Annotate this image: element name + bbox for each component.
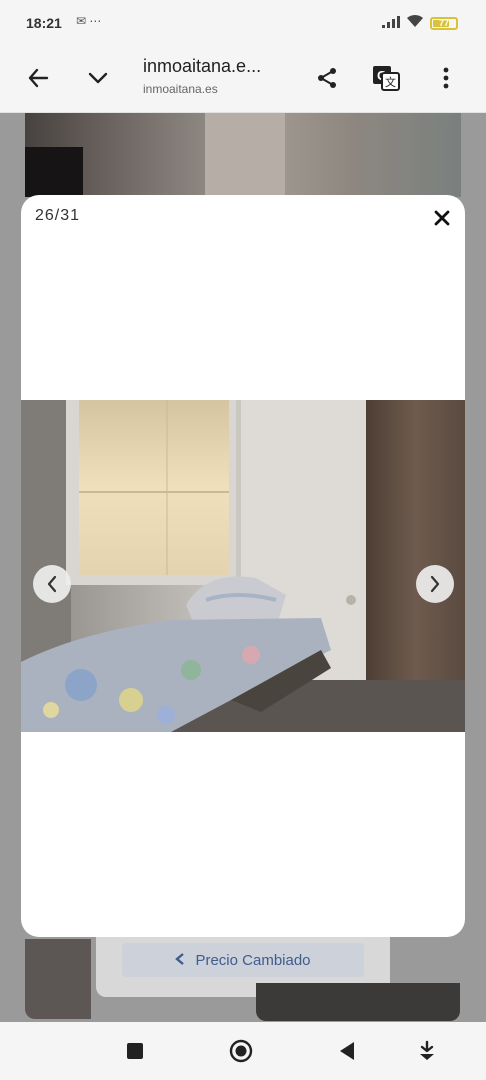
system-navigation-bar [0,1022,486,1080]
square-icon [127,1043,143,1059]
recents-button[interactable] [122,1038,148,1064]
home-circle-icon [229,1039,253,1063]
page-title: inmoaitana.e... [143,56,262,76]
next-photo-button[interactable] [416,565,454,603]
signal-icon [382,15,400,33]
background-thumbnail [25,939,91,1019]
chevron-left-icon [47,575,57,593]
background-listing-photo [25,113,461,197]
back-triangle-icon [340,1042,354,1060]
gallery-photo[interactable] [21,400,465,732]
photo-gallery-modal: 26/31 [21,195,465,937]
back-button[interactable] [20,60,56,96]
back-button-system[interactable] [334,1038,360,1064]
more-options-button[interactable] [428,60,464,96]
status-time: 18:21 [26,15,62,31]
wifi-icon [406,14,424,33]
page-domain: inmoaitana.es [143,82,218,96]
translate-icon: G文 [373,66,400,91]
chevron-left-icon [175,952,185,969]
close-button[interactable] [429,205,455,231]
browser-toolbar: inmoaitana.e... inmoaitana.es G文 [0,46,486,113]
download-button[interactable] [414,1038,440,1064]
photo-counter: 26/31 [35,207,81,224]
share-icon [318,68,336,88]
price-changed-label: Precio Cambiado [195,951,311,969]
tabs-dropdown-button[interactable] [80,60,116,96]
home-button[interactable] [228,1038,254,1064]
more-vertical-icon [443,67,449,89]
chevron-down-icon [88,72,108,84]
back-arrow-icon [28,68,49,88]
svg-text:文: 文 [385,75,396,89]
battery-icon: 77 [430,17,458,30]
battery-level: 77 [438,18,449,28]
mail-icon: ✉ [76,14,87,28]
previous-photo-button[interactable] [33,565,71,603]
close-icon [434,210,450,226]
share-button[interactable] [309,60,345,96]
translate-button[interactable]: G文 [368,60,404,96]
download-arrow-icon [420,1040,434,1060]
address-bar[interactable]: inmoaitana.e... inmoaitana.es [143,56,303,96]
status-bar: 18:21 ✉ ⋯ 77 [0,0,486,46]
more-dots-icon: ⋯ [89,14,102,28]
chevron-right-icon [430,575,440,593]
bedroom-photo-image [21,400,465,732]
background-button [256,983,460,1021]
price-changed-badge: Precio Cambiado [122,943,364,977]
